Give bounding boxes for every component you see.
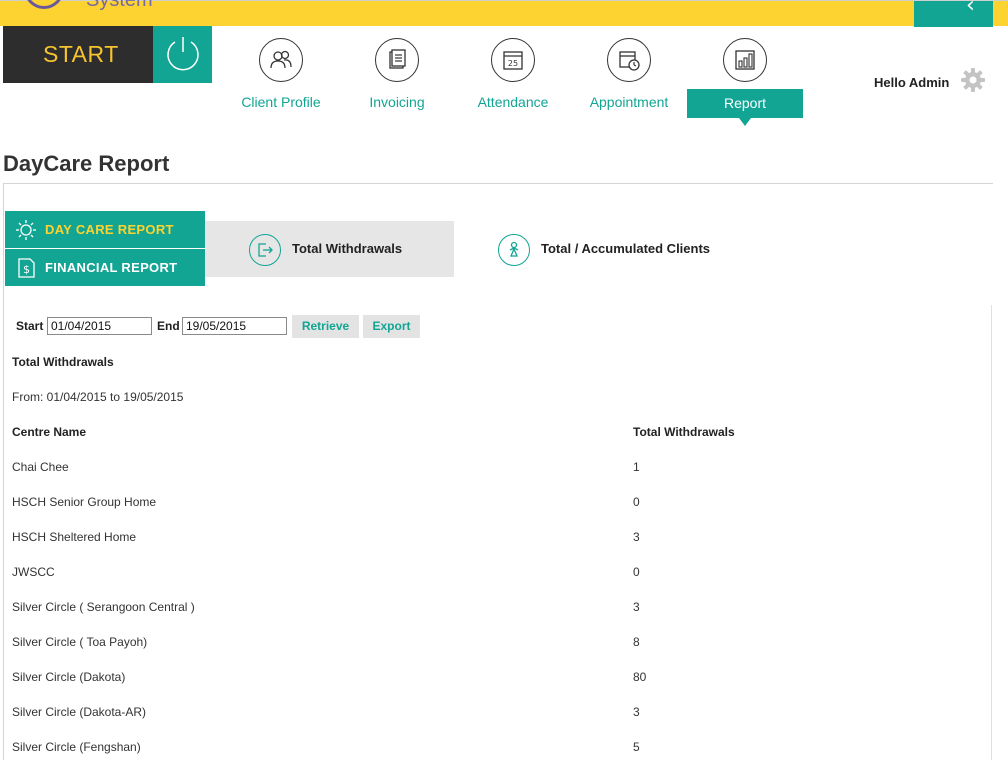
nav-label: Client Profile [241, 94, 321, 110]
nav-report[interactable]: Report [687, 38, 803, 126]
divider [991, 305, 992, 760]
centre-name-cell: Silver Circle ( Toa Payoh) [12, 635, 148, 649]
total-withdrawals-cell: 3 [633, 705, 640, 719]
exit-icon [249, 234, 281, 266]
document-icon [375, 38, 419, 82]
start-label: START [43, 41, 119, 67]
person-icon [498, 234, 530, 266]
power-button[interactable] [153, 26, 212, 83]
logo-icon [24, 0, 64, 9]
day-care-report-button[interactable]: DAY CARE REPORT [5, 211, 205, 248]
nav-label: Invoicing [369, 94, 425, 110]
tab-label: Total Withdrawals [292, 241, 403, 256]
start-date-label: Start [16, 319, 44, 333]
calendar-clock-icon [607, 38, 651, 82]
nav-attendance[interactable]: 25 Attendance [455, 38, 571, 118]
total-withdrawals-cell: 8 [633, 635, 640, 649]
nav-client-profile[interactable]: Client Profile [223, 38, 339, 118]
nav-label: Appointment [589, 94, 669, 110]
centre-name-cell: Silver Circle ( Serangoon Central ) [12, 600, 195, 614]
nav-label: Attendance [477, 94, 549, 110]
page-title: DayCare Report [3, 151, 170, 176]
report-date-range: From: 01/04/2015 to 19/05/2015 [12, 390, 184, 404]
table-row: Silver Circle (Dakota) 80 [0, 670, 990, 705]
nav-invoicing[interactable]: Invoicing [339, 38, 455, 118]
active-arrow-icon [739, 118, 751, 126]
calendar-icon: 25 [491, 38, 535, 82]
centre-name-cell: JWSCC [12, 565, 55, 579]
retrieve-button[interactable]: Retrieve [292, 315, 359, 338]
gear-icon [961, 68, 985, 92]
side-menu-label: DAY CARE REPORT [45, 222, 174, 237]
total-withdrawals-cell: 3 [633, 530, 640, 544]
centre-name-cell: HSCH Senior Group Home [12, 495, 157, 509]
sun-icon [16, 220, 36, 240]
total-withdrawals-cell: 3 [633, 600, 640, 614]
power-icon [167, 37, 199, 71]
tab-label: Total / Accumulated Clients [541, 241, 711, 256]
tab-total-withdrawals[interactable]: Total Withdrawals [205, 221, 454, 277]
centre-name-cell: Chai Chee [12, 460, 69, 474]
total-withdrawals-cell: 1 [633, 460, 640, 474]
start-button[interactable]: START [3, 26, 153, 83]
financial-report-button[interactable]: $ FINANCIAL REPORT [5, 249, 205, 286]
table-row: Chai Chee 1 [0, 460, 990, 495]
bar-chart-icon [723, 38, 767, 82]
table-row: Silver Circle (Fengshan) 5 [0, 740, 990, 760]
table-row: Silver Circle ( Toa Payoh) 8 [0, 635, 990, 670]
centre-name-cell: HSCH Sheltered Home [12, 530, 137, 544]
table-row: Silver Circle ( Serangoon Central ) 3 [0, 600, 990, 635]
nav-label: Report [723, 95, 767, 111]
system-title: System [86, 0, 153, 11]
centre-name-cell: Silver Circle (Dakota-AR) [12, 705, 147, 719]
nav-appointment[interactable]: Appointment [571, 38, 687, 118]
total-withdrawals-cell: 0 [633, 495, 640, 509]
svg-text:25: 25 [508, 59, 518, 68]
centre-name-cell: Silver Circle (Fengshan) [12, 740, 141, 754]
dollar-document-icon: $ [18, 258, 35, 278]
start-date-input[interactable] [47, 317, 152, 335]
table-row: JWSCC 0 [0, 565, 990, 600]
end-date-input[interactable] [182, 317, 287, 335]
report-heading: Total Withdrawals [12, 355, 114, 369]
table-row: Silver Circle (Dakota-AR) 3 [0, 705, 990, 740]
table-row: HSCH Senior Group Home 0 [0, 495, 990, 530]
column-header-total-withdrawals: Total Withdrawals [633, 425, 735, 439]
total-withdrawals-cell: 80 [633, 670, 647, 684]
top-bar: System ‹ [0, 0, 1008, 27]
table-row: HSCH Sheltered Home 3 [0, 530, 990, 565]
end-date-label: End [157, 319, 180, 333]
settings-button[interactable] [960, 67, 986, 98]
chevron-left-icon: ‹ [966, 0, 975, 18]
total-withdrawals-cell: 0 [633, 565, 640, 579]
column-header-centre-name: Centre Name [12, 425, 87, 439]
svg-text:$: $ [23, 263, 30, 276]
centre-name-cell: Silver Circle (Dakota) [12, 670, 126, 684]
menu-toggle-button[interactable]: ‹ [914, 0, 993, 27]
tab-total-accumulated-clients[interactable]: Total / Accumulated Clients [454, 221, 754, 277]
users-icon [259, 38, 303, 82]
side-menu-label: FINANCIAL REPORT [45, 260, 178, 275]
export-button[interactable]: Export [363, 315, 420, 338]
user-greeting: Hello Admin [874, 75, 950, 90]
total-withdrawals-cell: 5 [633, 740, 640, 754]
